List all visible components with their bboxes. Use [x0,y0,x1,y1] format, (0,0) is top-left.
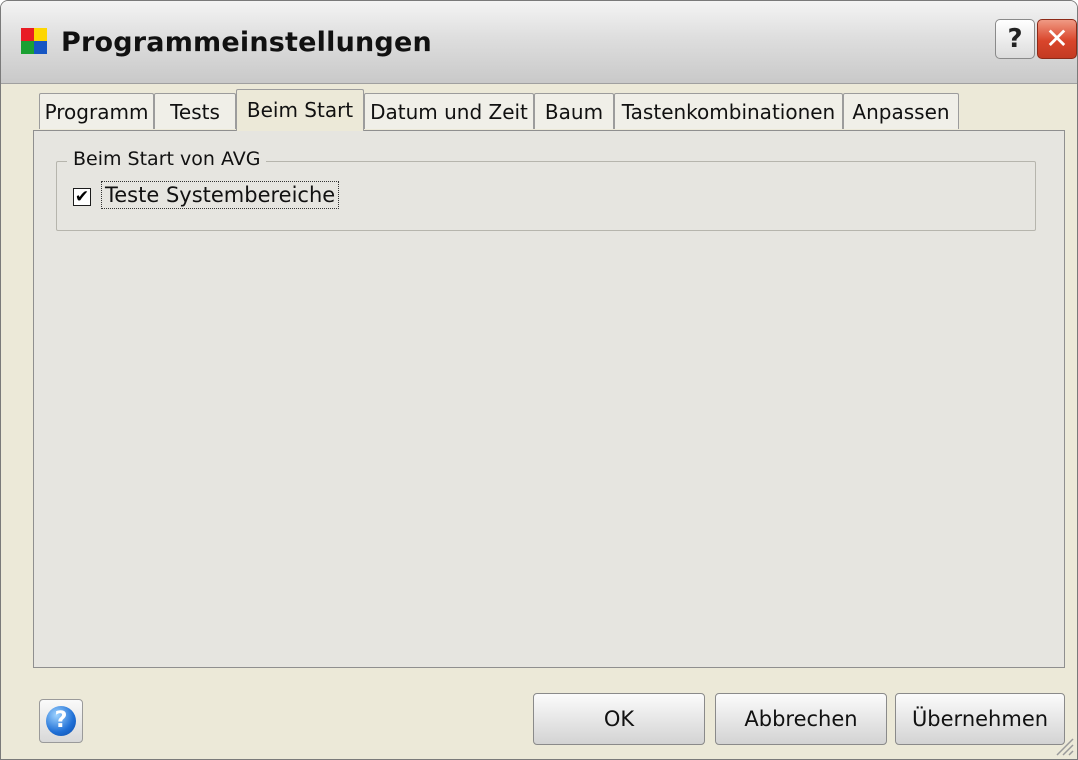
logo-blue-square [34,41,47,54]
window-title: Programmeinstellungen [61,27,432,58]
apply-button[interactable]: Übernehmen [895,693,1065,745]
tab-tests[interactable]: Tests [154,93,236,129]
logo-green-square [21,41,34,54]
title-close-button[interactable]: ✕ [1037,19,1077,59]
checkmark-icon: ✔ [74,187,90,207]
avg-logo-icon [21,28,47,54]
teste-systembereiche-checkbox[interactable]: ✔ [73,188,91,206]
tab-beim-start[interactable]: Beim Start [236,89,364,131]
resize-grip-icon[interactable] [1051,733,1075,757]
tab-tastenkombinationen[interactable]: Tastenkombinationen [614,93,843,129]
tab-strip: Programm Tests Beim Start Datum und Zeit… [39,89,1039,131]
teste-systembereiche-label[interactable]: Teste Systembereiche [101,181,340,209]
ok-button[interactable]: OK [533,693,705,745]
logo-red-square [21,28,34,41]
logo-yellow-square [34,28,47,41]
question-circle-icon: ? [46,706,76,736]
cancel-button[interactable]: Abbrechen [715,693,887,745]
tab-programm[interactable]: Programm [39,93,154,129]
question-mark-icon: ? [1007,24,1023,54]
title-help-button[interactable]: ? [995,19,1035,59]
tab-panel-beim-start: Beim Start von AVG ✔ Teste Systembereich… [33,130,1065,668]
settings-dialog: Programmeinstellungen ? ✕ Programm Tests… [0,0,1078,760]
groupbox-legend: Beim Start von AVG [67,148,267,170]
title-bar[interactable]: Programmeinstellungen ? ✕ [1,1,1077,84]
tab-baum[interactable]: Baum [534,93,614,129]
startup-groupbox: Beim Start von AVG ✔ Teste Systembereich… [56,148,1036,231]
tab-datum-und-zeit[interactable]: Datum und Zeit [364,93,534,129]
tab-anpassen[interactable]: Anpassen [843,93,959,129]
help-button[interactable]: ? [39,699,83,743]
close-icon: ✕ [1045,22,1069,55]
